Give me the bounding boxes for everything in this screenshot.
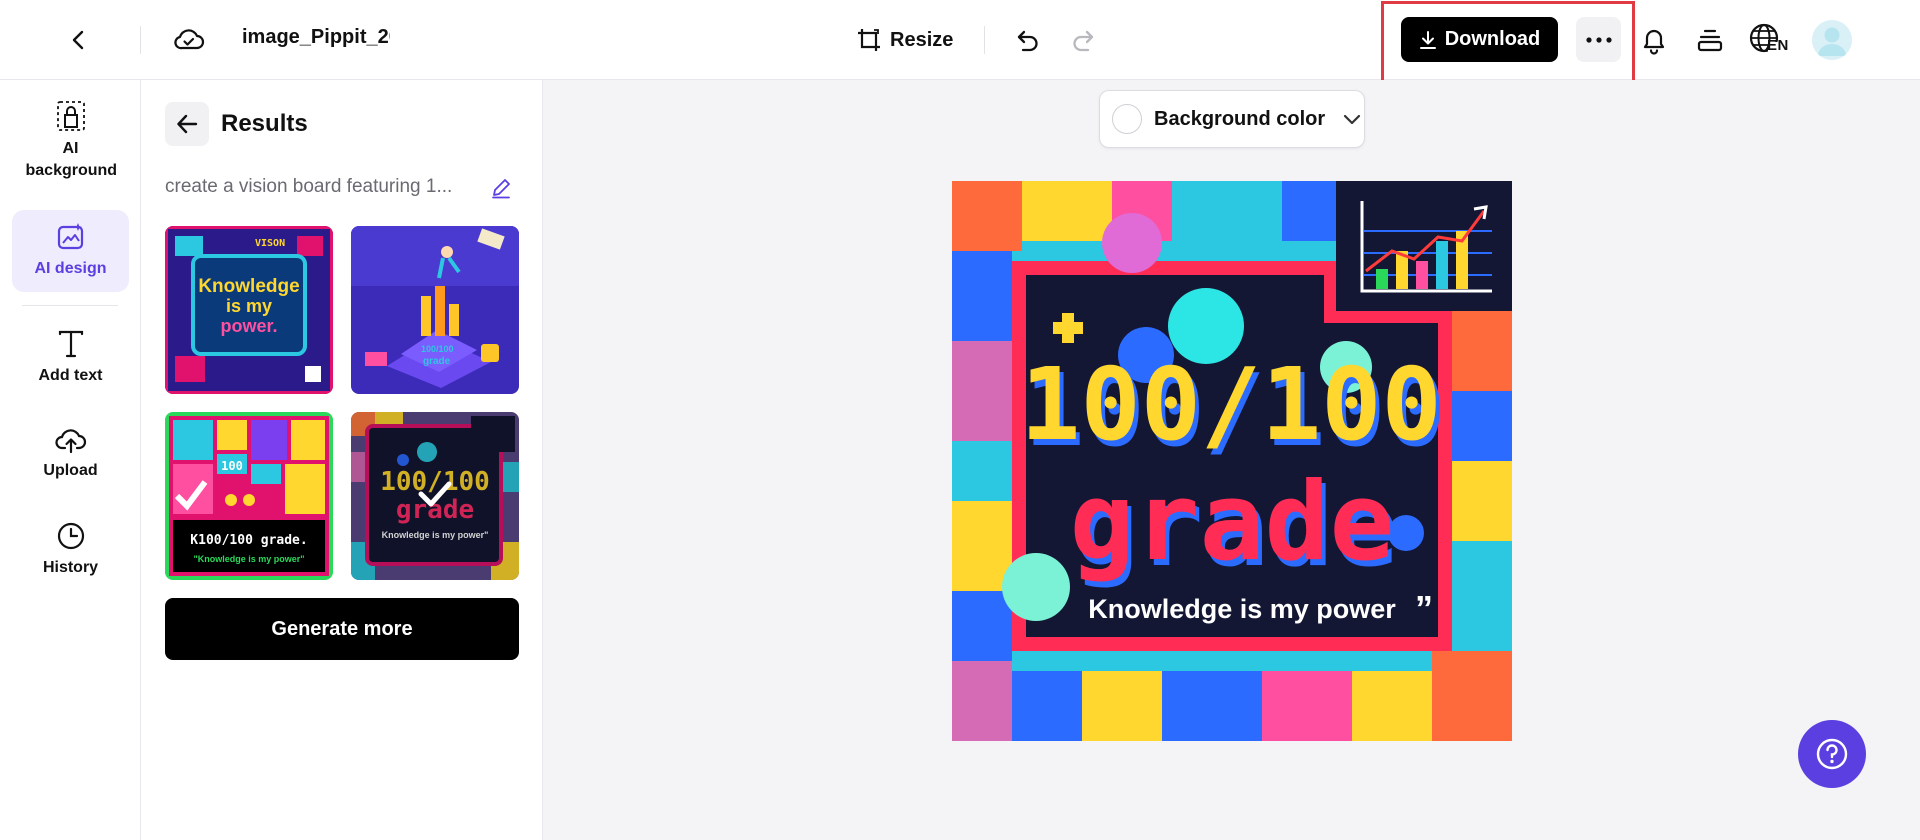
redo-button[interactable]: [1061, 18, 1105, 62]
help-button[interactable]: [1798, 720, 1866, 788]
panel-title: Results: [221, 110, 308, 137]
background-color-dropdown[interactable]: Background color: [1099, 90, 1365, 148]
thumb-text: VISON: [255, 238, 285, 249]
thumb-text: Knowledge: [198, 276, 299, 297]
language-button[interactable]: EN: [1746, 18, 1794, 62]
resize-icon: [858, 29, 880, 51]
undo-button[interactable]: [1006, 18, 1050, 62]
back-chevron-button[interactable]: [57, 18, 101, 62]
arrow-left-icon: [177, 114, 198, 134]
thumbnail-image: 100/100 grade: [351, 226, 519, 394]
layers-button[interactable]: [1688, 18, 1732, 62]
file-name[interactable]: image_Pippit_20: [242, 26, 390, 49]
avatar-icon: [1818, 27, 1846, 56]
tool-rail: AI background AI design Add text Upload …: [0, 80, 141, 840]
design-headline-front: 100/100: [1020, 346, 1441, 463]
result-thumbnail-3[interactable]: 100 K100/100 grade. "Knowledge is my pow…: [165, 412, 333, 580]
download-label: Download: [1444, 28, 1541, 50]
design-subheadline-front: grade: [1069, 460, 1394, 585]
generate-more-button[interactable]: Generate more: [165, 598, 519, 660]
thumb-text: 100: [221, 459, 243, 473]
thumb-text: K100/100 grade.: [190, 533, 307, 548]
rail-item-add-text[interactable]: Add text: [12, 320, 129, 396]
resize-button[interactable]: Resize: [856, 22, 953, 58]
design-artwork: 100/100 100/100 grade grade Knowledge is…: [952, 181, 1512, 741]
background-color-label: Background color: [1154, 107, 1326, 130]
color-swatch: [1112, 104, 1142, 134]
layers-icon: [1697, 29, 1723, 52]
cloud-check-icon: [174, 29, 205, 50]
rail-label: Add text: [38, 367, 103, 384]
edit-prompt-button[interactable]: [485, 172, 517, 204]
canvas-area: Background color 100/100 100/100 grade g…: [543, 80, 1920, 840]
download-button[interactable]: Download: [1401, 17, 1558, 62]
top-bar: image_Pippit_20 Resize Download EN: [0, 0, 1920, 84]
design-quote-mark: ”: [1415, 588, 1433, 629]
undo-icon: [1017, 30, 1038, 52]
notifications-button[interactable]: [1632, 18, 1676, 62]
rail-label: AI background: [25, 140, 118, 179]
rail-item-ai-design[interactable]: AI design: [12, 210, 129, 292]
history-icon: [57, 522, 84, 550]
rail-item-ai-background[interactable]: AI background: [12, 98, 129, 184]
ai-design-icon: [57, 223, 83, 250]
thumbnail-image: 100/100 grade Knowledge is my power": [351, 412, 519, 580]
rail-label: Upload: [43, 462, 98, 479]
more-horizontal-icon: [1585, 36, 1612, 43]
cloud-save-button[interactable]: [167, 18, 211, 62]
more-options-button[interactable]: [1576, 17, 1621, 62]
resize-label: Resize: [890, 28, 954, 51]
pencil-icon: [492, 179, 510, 199]
text-icon: [58, 330, 83, 358]
rail-label: History: [42, 559, 99, 576]
bell-icon: [1643, 29, 1665, 55]
upload-icon: [54, 429, 86, 454]
redo-icon: [1073, 30, 1094, 52]
rail-item-upload[interactable]: Upload: [12, 416, 129, 492]
result-thumbnail-2[interactable]: 100/100 grade: [351, 226, 519, 394]
language-code: EN: [1767, 37, 1789, 54]
results-panel: Results create a vision board featuring …: [141, 80, 543, 840]
download-icon: [1419, 30, 1436, 49]
chevron-left-icon: [72, 30, 84, 50]
thumb-text: grade: [423, 356, 451, 367]
rail-item-history[interactable]: History: [12, 512, 129, 588]
thumb-text: "Knowledge is my power": [193, 554, 304, 564]
thumb-text: is my: [226, 296, 272, 316]
result-thumbnail-4[interactable]: 100/100 grade Knowledge is my power": [351, 412, 519, 580]
thumbnail-image: 100 K100/100 grade. "Knowledge is my pow…: [165, 412, 333, 580]
question-mark-icon: [1816, 738, 1848, 770]
design-quote: Knowledge is my power: [1088, 594, 1396, 624]
result-thumbnail-1[interactable]: VISON Knowledge is my power.: [165, 226, 333, 394]
ai-background-icon: [56, 101, 85, 131]
thumb-text: power.: [220, 316, 277, 336]
prompt-text: create a vision board featuring 1...: [165, 176, 453, 197]
chevron-down-icon: [1344, 114, 1361, 125]
rail-label: AI design: [34, 260, 107, 277]
results-back-button[interactable]: [165, 102, 209, 146]
thumb-text: 100/100: [421, 344, 454, 354]
thumbnail-image: VISON Knowledge is my power.: [165, 226, 333, 394]
design-image[interactable]: 100/100 100/100 grade grade Knowledge is…: [952, 181, 1512, 741]
user-avatar[interactable]: [1812, 20, 1852, 60]
